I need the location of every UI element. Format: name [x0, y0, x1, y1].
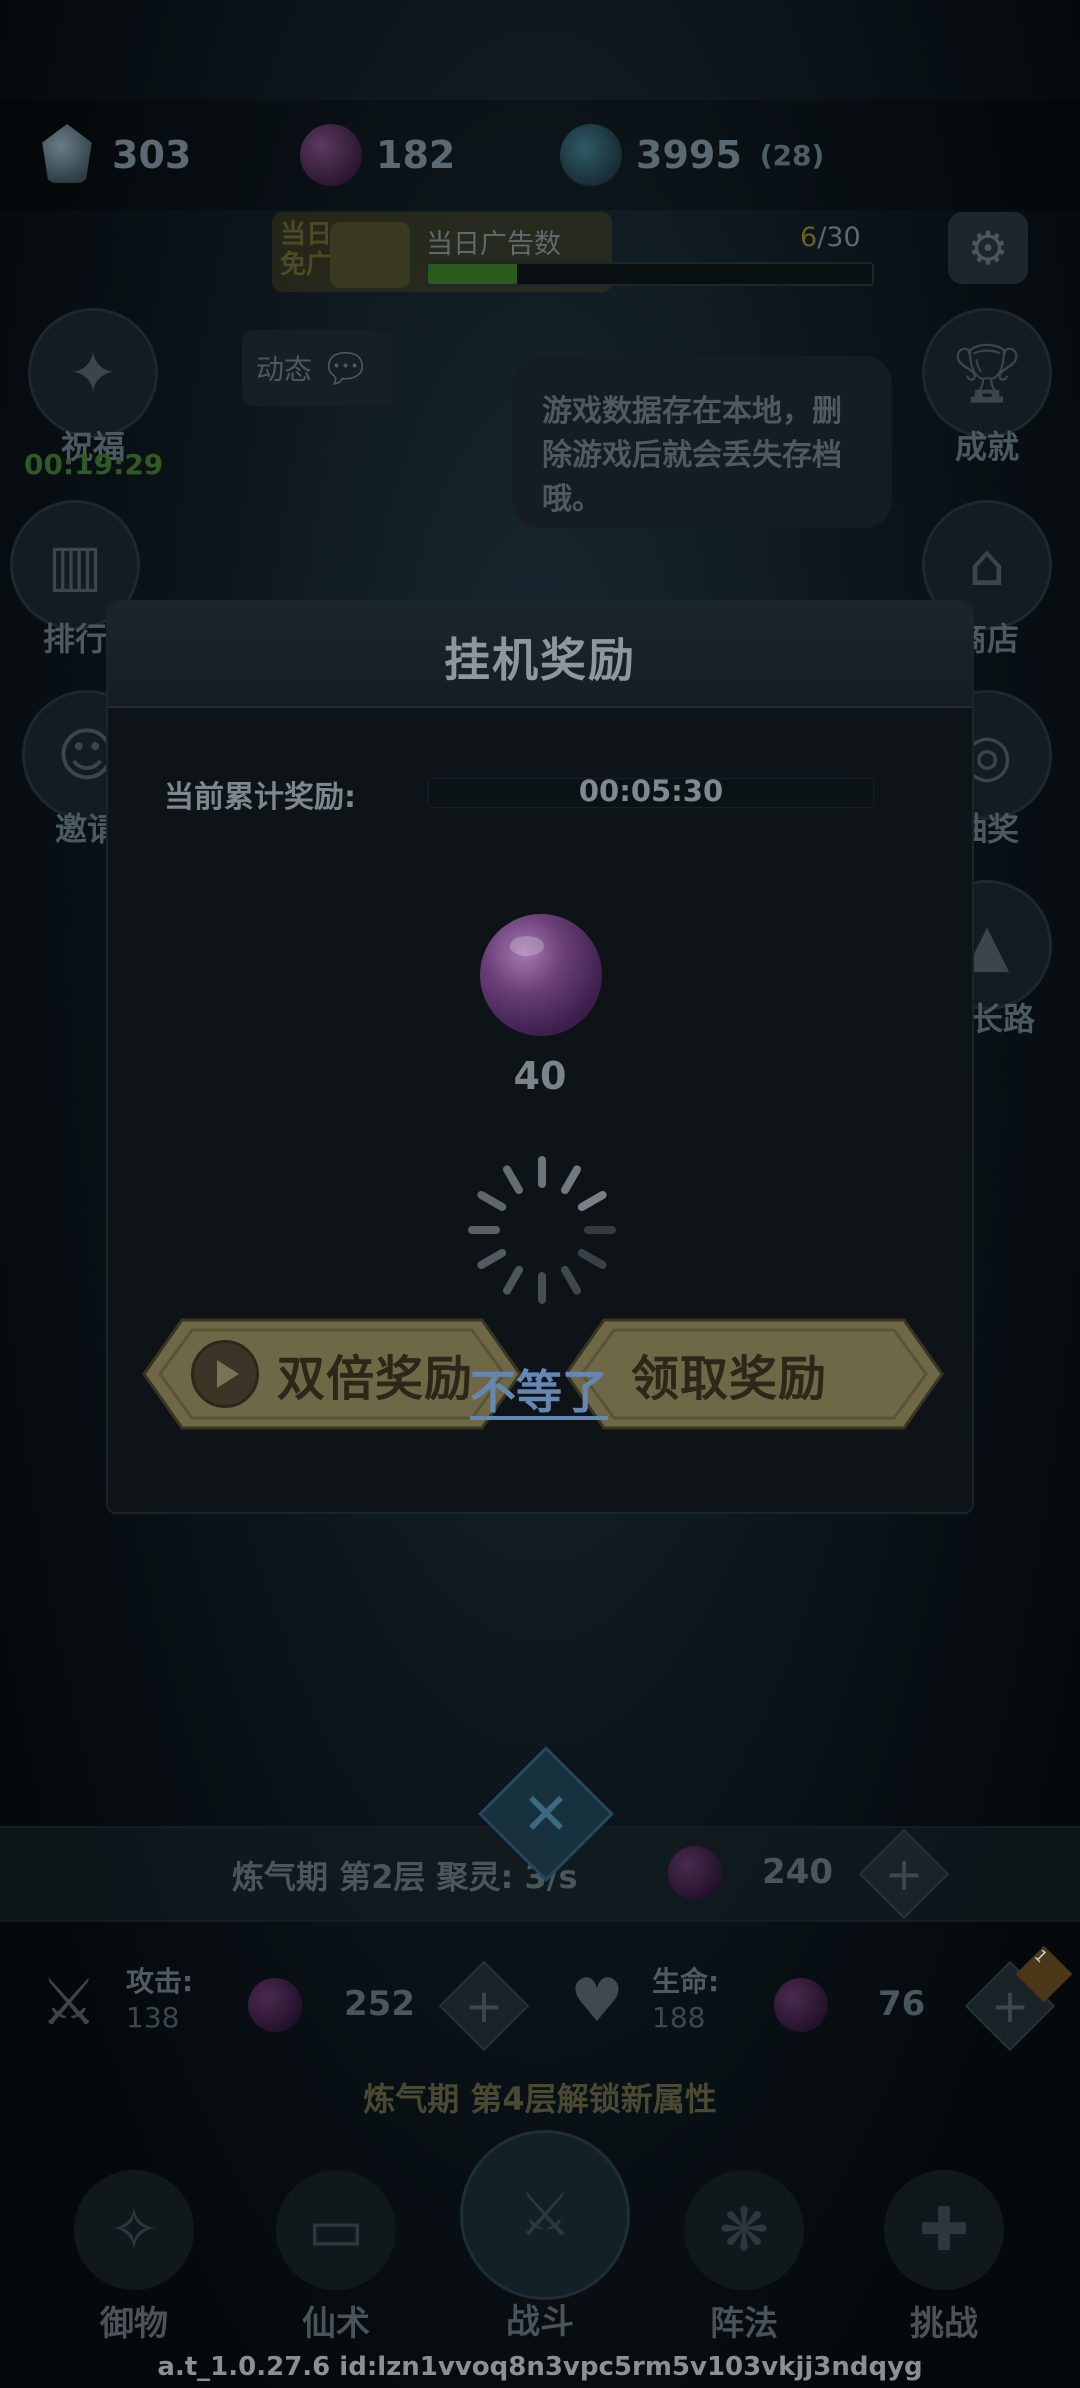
dialog-title: 挂机奖励	[444, 633, 636, 687]
blessing-timer: 00:19:29	[24, 448, 164, 481]
ad-progress-fill	[428, 264, 517, 284]
formation-icon: ❋	[684, 2170, 804, 2290]
tip-speech-bubble: 游戏数据存在本地，删除游戏后就会丢失存档哦。	[512, 356, 892, 528]
attack-upgrade-cost: 252	[344, 1984, 415, 2024]
reward-amount: 40	[513, 1054, 567, 1098]
purple-orb-icon	[774, 1978, 828, 2032]
play-video-icon	[190, 1340, 259, 1408]
challenge-icon: ✚	[884, 2170, 1004, 2290]
achievement-button[interactable]: 🏆︎ 成就	[922, 308, 1052, 468]
crystal-icon	[42, 124, 92, 183]
hp-label: 生命:	[652, 1965, 720, 1998]
heart-icon: ♥	[570, 1966, 624, 2036]
attack-value: 138	[126, 2001, 180, 2034]
skip-wait-link[interactable]: 不等了	[470, 1356, 608, 1422]
blessing-button[interactable]: ✦ 祝福	[28, 308, 158, 468]
hp-upgrade-cost: 76	[878, 1984, 926, 2024]
realm-upgrade-cost: 240	[762, 1852, 833, 1892]
tv-icon	[330, 222, 410, 288]
hp-stat: 生命: 188	[652, 1964, 719, 2036]
crystal-count: 303	[112, 133, 192, 177]
double-reward-button[interactable]: 双倍奖励	[142, 1318, 522, 1430]
attack-stat: 攻击: 138	[126, 1964, 193, 2036]
dialog-header: 挂机奖励	[108, 602, 972, 708]
gem-resource: 3995 (28)	[560, 118, 824, 192]
accumulated-reward-label: 当前累计奖励:	[164, 780, 356, 815]
attack-label: 攻击:	[126, 1965, 194, 1998]
dynamic-label: 动态	[256, 353, 313, 386]
idle-reward-dialog: 挂机奖励 当前累计奖励: 00:05:30 40 双倍奖励 领取奖励 不等了	[106, 600, 974, 1514]
battle-swords-icon: ⚔︎	[460, 2130, 630, 2300]
sword-icon: ⚔︎	[40, 1966, 98, 2040]
chat-bubble-icon: 💬︎	[320, 345, 371, 392]
nav-spell[interactable]: ▭ 仙术	[256, 2170, 416, 2345]
nav-formation-label: 阵法	[710, 2304, 778, 2344]
artifact-icon: ✧	[74, 2170, 194, 2290]
gem-icon	[560, 124, 622, 186]
claim-reward-button[interactable]: 领取奖励	[564, 1318, 944, 1430]
nav-artifact-label: 御物	[100, 2304, 168, 2344]
hp-value: 188	[652, 2001, 706, 2034]
purple-orb-icon	[300, 124, 362, 186]
gem-sub-count: (28)	[759, 138, 825, 172]
ad-progress-bar	[426, 262, 874, 286]
blessing-icon: ✦	[28, 308, 158, 438]
close-icon: ✕	[521, 1780, 571, 1848]
purple-orb-icon	[668, 1846, 722, 1900]
crystal-resource: 303	[36, 118, 191, 192]
loading-spinner-icon	[468, 1156, 616, 1304]
accumulated-time: 00:05:30	[578, 774, 724, 808]
ad-count: 6/30	[800, 222, 861, 253]
claim-reward-label: 领取奖励	[630, 1351, 827, 1407]
double-reward-label: 双倍奖励	[276, 1351, 473, 1407]
orb-resource: 182	[300, 118, 455, 192]
dynamic-button[interactable]: 动态 💬︎	[242, 330, 392, 406]
achievement-label: 成就	[954, 428, 1019, 466]
settings-gear-icon[interactable]: ⚙	[948, 212, 1028, 284]
version-id-label: a.t_1.0.27.6 id:lzn1vvoq8n3vpc5rm5v103vk…	[157, 2352, 923, 2382]
nav-challenge-label: 挑战	[910, 2304, 978, 2344]
attack-upgrade-plus-button[interactable]: +	[438, 1960, 530, 2052]
purple-orb-icon	[480, 914, 602, 1036]
spell-card-icon: ▭	[276, 2170, 396, 2290]
nav-formation[interactable]: ❋ 阵法	[664, 2170, 824, 2345]
nav-spell-label: 仙术	[302, 2304, 370, 2344]
nav-battle[interactable]: ⚔︎ 战斗	[460, 2130, 630, 2343]
ad-count-title: 当日广告数	[426, 229, 561, 260]
unlock-hint: 炼气期 第4层解锁新属性	[363, 2080, 717, 2118]
nav-challenge[interactable]: ✚ 挑战	[864, 2170, 1024, 2345]
orb-count: 182	[376, 133, 456, 177]
purple-orb-icon	[248, 1978, 302, 2032]
gem-count: 3995	[636, 133, 742, 177]
trophy-icon: 🏆︎	[922, 308, 1052, 438]
nav-artifact[interactable]: ✧ 御物	[54, 2170, 214, 2345]
nav-battle-label: 战斗	[506, 2302, 574, 2342]
